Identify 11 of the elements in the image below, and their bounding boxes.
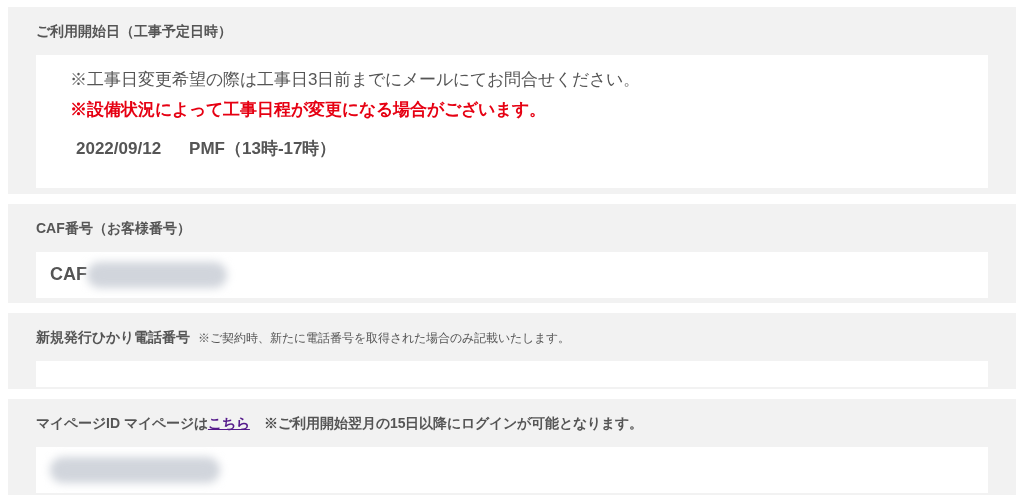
date-text: 2022/09/12 [76,138,162,160]
notice-text: ※設備状況によって工事日程が変更になる場合がございます。 [70,98,547,121]
hint-text: ※ご契約時、新たに電話番号を取得された場合のみ記載いたします。 [198,329,570,347]
field-value: CAF [50,263,87,286]
section-label: マイページID マイページはこちら ※ご利用開始翌月の15日以降にログインが可能となります。 [36,413,644,433]
section-label: CAF番号（お客様番号） [36,218,191,238]
mypage-link[interactable]: こちら [207,414,250,431]
section-label: 新規発行ひかり電話番号 [36,327,190,347]
notice-text: ※工事日変更希望の際は工事日3日前までにメールにてお問合せください。 [70,69,642,91]
time-slot-text: PMF（13時-17時） [189,138,337,160]
section-label: ご利用開始日（工事予定日時） [36,22,232,41]
